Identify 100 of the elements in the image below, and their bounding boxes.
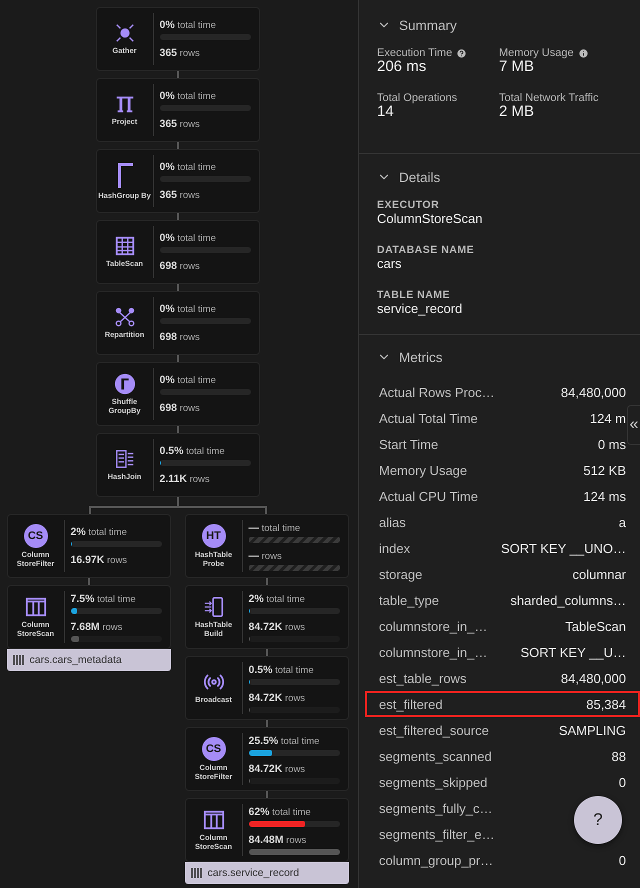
split-icon: [114, 306, 136, 328]
metric-value: columnar: [572, 566, 626, 582]
metric-value: 84,480,000: [560, 384, 626, 400]
info-icon[interactable]: [578, 48, 589, 58]
barcode-icon: [12, 654, 24, 666]
gamma-circle-icon: [114, 373, 136, 396]
section-title[interactable]: Metrics: [399, 350, 442, 364]
row-count: 698 rows: [160, 331, 201, 343]
stat-label: Execution Time: [377, 47, 452, 59]
metric-value: 88: [612, 748, 626, 764]
stat-value: 14: [377, 104, 395, 120]
detail-value: cars: [377, 256, 403, 271]
table-name: cars.service_record: [208, 867, 300, 879]
columns-icon: [202, 809, 224, 832]
time-share: 7.5% total time: [70, 592, 137, 604]
help-button[interactable]: ?: [574, 796, 622, 844]
time-share: 0% total time: [160, 303, 217, 315]
metric-label: Actual Total Time: [379, 410, 478, 426]
time-share: 0% total time: [160, 161, 217, 173]
stat-value: 206 ms: [377, 59, 428, 76]
stat-label: Memory Usage: [499, 47, 574, 59]
detail-label: DATABASE NAME: [377, 244, 476, 256]
metric-value: sharded_columns…: [510, 592, 626, 608]
row-count: 84.48M rows: [248, 834, 308, 846]
stat-value: 7 MB: [499, 59, 534, 76]
metric-value: 84,480,000: [560, 670, 626, 686]
row-count: 2.11K rows: [160, 473, 211, 485]
time-share: 0.5% total time: [248, 664, 315, 676]
metric-label: Start Time: [379, 436, 438, 452]
metric-value: 0: [618, 774, 626, 790]
row-count: 84.72K rows: [248, 692, 306, 704]
row-count: 365 rows: [160, 47, 201, 59]
metric-label: est_filtered: [379, 696, 443, 712]
time-share: 0.5% total time: [160, 445, 226, 457]
detail-label: EXECUTOR: [377, 199, 440, 211]
row-count: 698 rows: [160, 402, 201, 414]
table-icon: [114, 235, 136, 258]
metric-value: a: [618, 514, 626, 530]
metric-value: SORT KEY __U…: [520, 644, 626, 660]
row-count: 84.72K rows: [248, 620, 306, 632]
row-count: 16.97K rows: [70, 554, 128, 566]
device-arrows-icon: [202, 596, 224, 618]
row-count: 698 rows: [160, 260, 201, 272]
metric-label: segments_scanned: [379, 748, 492, 764]
metric-value: 124 m: [590, 410, 626, 426]
metric-label: storage: [379, 566, 422, 582]
metric-value: SORT KEY __UNO…: [501, 540, 626, 556]
metric-label: column_group_pr…: [379, 852, 494, 868]
row-count: 84.72K rows: [248, 762, 306, 774]
time-share: — total time: [248, 522, 302, 534]
time-share: 0% total time: [160, 232, 217, 244]
time-share: 0% total time: [160, 19, 217, 31]
stat-value: 2 MB: [499, 104, 536, 120]
time-share: 2% total time: [70, 526, 128, 538]
list-icon: [114, 448, 136, 470]
burst-icon: [114, 22, 136, 44]
row-count: 365 rows: [160, 118, 201, 130]
metric-label: segments_fully_c…: [379, 800, 492, 816]
metric-label: table_type: [379, 592, 439, 608]
metric-label: alias: [379, 514, 406, 530]
metric-label: segments_filter_e…: [379, 826, 495, 842]
time-share: 0% total time: [160, 90, 217, 102]
metric-label: index: [379, 540, 410, 556]
collapse-button[interactable]: «: [627, 405, 640, 445]
metric-label: columnstore_in_…: [379, 618, 488, 634]
metric-value: 0 ms: [598, 436, 626, 452]
help-icon[interactable]: [456, 48, 468, 58]
stat-label: Total Operations: [377, 92, 458, 104]
metric-value: TableScan: [565, 618, 626, 634]
detail-value: service_record: [377, 301, 464, 316]
row-count: 365 rows: [160, 189, 201, 201]
metric-value: 512 KB: [583, 462, 626, 478]
metric-label: segments_skipped: [379, 774, 488, 790]
metric-label: Actual Rows Proc…: [379, 384, 495, 400]
operator-badge: CS: [24, 524, 48, 548]
row-count: — rows: [248, 550, 283, 562]
section-title[interactable]: Summary: [399, 18, 457, 32]
time-share: 2% total time: [248, 592, 306, 604]
metric-value: SAMPLING: [558, 722, 626, 738]
metric-label: est_filtered_source: [379, 722, 489, 738]
metric-label: columnstore_in_…: [379, 644, 488, 660]
time-share: 0% total time: [160, 374, 217, 386]
columns-icon: [24, 596, 46, 618]
row-count: 7.68M rows: [70, 620, 124, 632]
metric-value: 0: [618, 852, 626, 868]
time-share: 62% total time: [248, 806, 312, 818]
stat-label: Total Network Traffic: [499, 92, 598, 104]
detail-label: TABLE NAME: [377, 289, 452, 301]
table-name: cars.cars_metadata: [30, 654, 122, 666]
metric-value: 85,384: [586, 696, 626, 712]
operator-badge: HT: [202, 524, 226, 548]
metric-value: 124 ms: [583, 488, 626, 504]
time-share: 25.5% total time: [248, 734, 320, 746]
metric-label: Actual CPU Time: [379, 488, 478, 504]
detail-value: ColumnStoreScan: [377, 211, 484, 226]
metric-label: est_table_rows: [379, 670, 466, 686]
operator-badge: CS: [202, 737, 226, 762]
section-title[interactable]: Details: [399, 170, 440, 184]
barcode-icon: [190, 867, 202, 879]
metric-label: Memory Usage: [379, 462, 468, 478]
